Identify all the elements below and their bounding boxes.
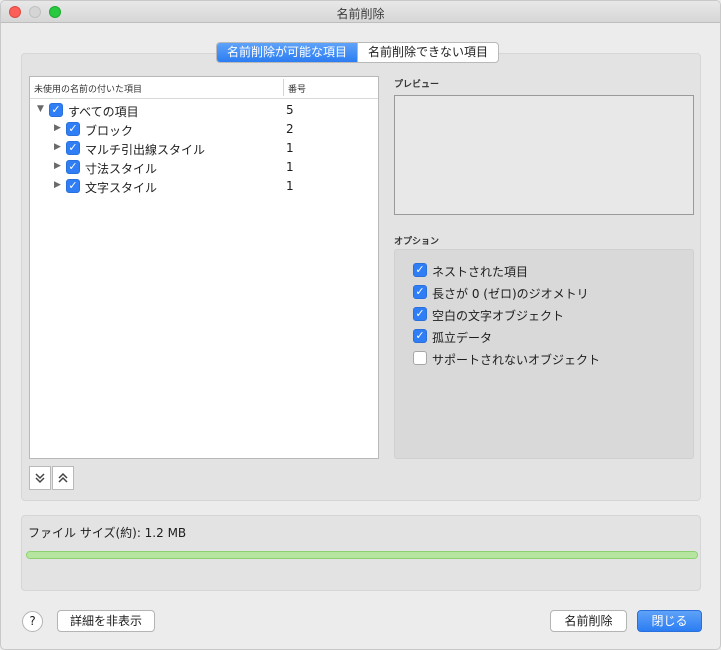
- options-label: オプション: [394, 237, 440, 247]
- collapse-all-button[interactable]: [52, 466, 74, 490]
- column-header-items[interactable]: 未使用の名前の付いた項目: [34, 82, 142, 95]
- list-item-count: 2: [286, 122, 294, 136]
- disclosure-triangle-icon[interactable]: ▶: [54, 180, 64, 190]
- checkmark-icon[interactable]: ✓: [413, 285, 427, 299]
- list-item[interactable]: ▶ ✓ ブロック 2: [30, 120, 378, 139]
- disclosure-triangle-icon[interactable]: ▶: [54, 123, 64, 133]
- checkmark-icon[interactable]: ✓: [66, 122, 80, 136]
- titlebar: 名前削除: [1, 1, 720, 23]
- list-item[interactable]: ▶ ✓ 文字スタイル 1: [30, 177, 378, 196]
- checkmark-icon[interactable]: ✓: [49, 103, 63, 117]
- file-size-text: ファイル サイズ(約): 1.2 MB: [28, 526, 187, 540]
- help-button[interactable]: ?: [22, 611, 43, 632]
- expand-all-button[interactable]: [29, 466, 51, 490]
- tab-switcher: 名前削除が可能な項目 名前削除できない項目: [216, 42, 500, 63]
- double-chevron-down-icon: [35, 473, 45, 484]
- checkmark-icon[interactable]: ✓: [413, 329, 427, 343]
- tab-purgeable[interactable]: 名前削除が可能な項目: [217, 43, 358, 62]
- file-size-progress-bar: [26, 551, 698, 559]
- list-item-label: 文字スタイル: [85, 181, 158, 195]
- purge-item-list[interactable]: 未使用の名前の付いた項目 番号 ▼ ✓ すべての項目 5 ▶ ✓ ブロック 2 …: [29, 76, 379, 459]
- list-item-label: 寸法スタイル: [85, 162, 158, 176]
- option-label: 空白の文字オブジェクト: [432, 309, 565, 323]
- option-label: 長さが 0 (ゼロ)のジオメトリ: [432, 287, 589, 301]
- list-header: 未使用の名前の付いた項目 番号: [30, 77, 378, 99]
- checkmark-icon[interactable]: ✓: [66, 160, 80, 174]
- option-label: ネストされた項目: [432, 265, 529, 279]
- checkmark-icon[interactable]: ✓: [66, 141, 80, 155]
- purge-dialog: 名前削除 名前削除が可能な項目 名前削除できない項目 未使用の名前の付いた項目 …: [0, 0, 721, 650]
- option-label: 孤立データ: [432, 331, 493, 345]
- list-item-label: マルチ引出線スタイル: [85, 143, 206, 157]
- checkbox-unchecked[interactable]: ✓: [413, 351, 427, 365]
- list-item-count: 1: [286, 141, 294, 155]
- column-divider: [283, 79, 284, 96]
- file-size-panel: ファイル サイズ(約): 1.2 MB: [21, 515, 701, 591]
- list-item-count: 5: [286, 103, 294, 117]
- disclosure-triangle-icon[interactable]: ▶: [54, 161, 64, 171]
- checkmark-icon[interactable]: ✓: [413, 263, 427, 277]
- list-item-label: ブロック: [85, 124, 134, 138]
- list-item[interactable]: ▶ ✓ 寸法スタイル 1: [30, 158, 378, 177]
- list-item[interactable]: ▼ ✓ すべての項目 5: [30, 101, 378, 120]
- close-button[interactable]: 閉じる: [637, 610, 702, 632]
- list-item-count: 1: [286, 160, 294, 174]
- tab-non-purgeable[interactable]: 名前削除できない項目: [357, 43, 498, 62]
- list-item-count: 1: [286, 179, 294, 193]
- disclosure-triangle-expanded-icon[interactable]: ▼: [37, 104, 47, 114]
- checkmark-icon[interactable]: ✓: [413, 307, 427, 321]
- purge-button[interactable]: 名前削除: [550, 610, 627, 632]
- option-label: サポートされないオブジェクト: [432, 353, 601, 367]
- hide-details-button[interactable]: 詳細を非表示: [57, 610, 155, 632]
- progress-fill: [27, 552, 697, 558]
- window-title: 名前削除: [336, 7, 385, 21]
- list-item[interactable]: ▶ ✓ マルチ引出線スタイル 1: [30, 139, 378, 158]
- preview-label: プレビュー: [394, 80, 440, 90]
- preview-pane: [394, 95, 694, 215]
- column-header-number[interactable]: 番号: [288, 82, 306, 95]
- options-panel: ✓ ネストされた項目 ✓ 長さが 0 (ゼロ)のジオメトリ ✓ 空白の文字オブジ…: [394, 249, 694, 459]
- disclosure-triangle-icon[interactable]: ▶: [54, 142, 64, 152]
- checkmark-icon[interactable]: ✓: [66, 179, 80, 193]
- list-item-label: すべての項目: [68, 105, 139, 119]
- double-chevron-up-icon: [58, 472, 68, 483]
